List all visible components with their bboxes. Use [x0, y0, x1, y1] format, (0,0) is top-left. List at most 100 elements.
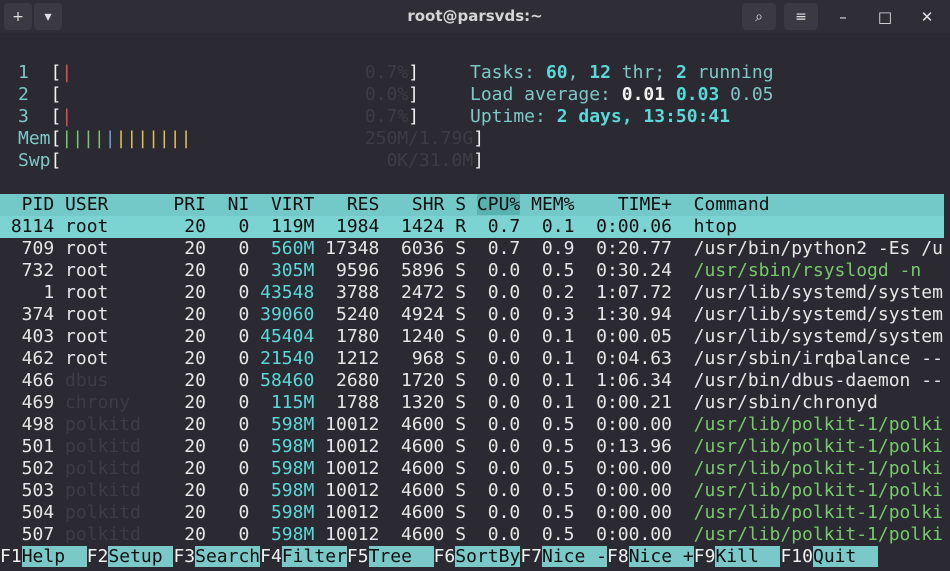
- close-button[interactable]: ✕: [910, 3, 944, 30]
- column-header-5[interactable]: RES: [325, 194, 390, 215]
- fkey-label-f8[interactable]: Nice +: [628, 546, 694, 567]
- tasks-count: 60: [545, 62, 568, 83]
- fkey-f5[interactable]: F5: [347, 546, 369, 567]
- column-header-0[interactable]: PID: [0, 194, 65, 215]
- load-label: Load average:: [470, 84, 611, 105]
- cell-shr: 4600: [390, 458, 456, 479]
- table-row[interactable]: 502 polkitd 20 0 598M 10012 4600 S 0.0 0…: [0, 458, 944, 480]
- cell-pid: 466: [0, 370, 66, 391]
- load-15: 0.05: [730, 84, 774, 105]
- search-button[interactable]: ⌕: [742, 3, 776, 30]
- fkey-f1[interactable]: F1: [0, 546, 22, 567]
- cell-cpu: 0.0: [476, 524, 532, 545]
- fkey-f9[interactable]: F9: [694, 546, 716, 567]
- fkey-label-f9[interactable]: Kill: [715, 546, 781, 567]
- table-row[interactable]: 501 polkitd 20 0 598M 10012 4600 S 0.0 0…: [0, 436, 944, 458]
- cell-time: 1:30.94: [585, 304, 694, 325]
- column-header-2[interactable]: PRI: [163, 194, 217, 215]
- cell-user: root: [65, 304, 163, 325]
- fkey-f8[interactable]: F8: [607, 546, 629, 567]
- table-row[interactable]: 507 polkitd 20 0 598M 10012 4600 S 0.0 0…: [0, 524, 944, 546]
- cell-time: 0:30.24: [585, 260, 694, 281]
- cell-pri: 20: [162, 260, 217, 281]
- cell-ni: 0: [216, 458, 261, 479]
- cpu3-label: 3: [18, 106, 29, 127]
- mem-label: Mem: [18, 128, 51, 149]
- cell-mem: 0.1: [531, 348, 586, 369]
- process-table-header[interactable]: PID USER PRI NI VIRT RES SHR S CPU% MEM%…: [0, 194, 944, 216]
- column-header-6[interactable]: SHR: [390, 194, 455, 215]
- column-header-7[interactable]: S: [455, 194, 477, 215]
- cell-shr: 4600: [390, 436, 456, 457]
- fkey-f2[interactable]: F2: [87, 546, 109, 567]
- fkey-label-f7[interactable]: Nice -: [542, 546, 608, 567]
- fkey-f10[interactable]: F10: [780, 546, 813, 567]
- column-header-3[interactable]: NI: [217, 194, 260, 215]
- titlebar-right-controls: ⌕ ≡ – □ ✕: [742, 3, 944, 30]
- cell-command: /usr/sbin/chronyd: [693, 392, 878, 413]
- cell-user: polkitd: [65, 414, 163, 435]
- cell-command: /usr/lib/polkit-1/polki: [693, 480, 943, 501]
- cell-mem: 0.5: [531, 436, 586, 457]
- cell-shr: 4600: [390, 524, 456, 545]
- cell-state: S: [455, 436, 477, 457]
- cell-shr: 4600: [390, 502, 456, 523]
- fkey-label-f2[interactable]: Setup: [108, 546, 174, 567]
- table-row[interactable]: 462 root 20 0 21540 1212 968 S 0.0 0.1 0…: [0, 348, 944, 370]
- fkey-label-f10[interactable]: Quit: [812, 546, 879, 567]
- table-row[interactable]: 8114 root 20 0 119M 1984 1424 R 0.7 0.1 …: [0, 216, 944, 238]
- fkey-label-f4[interactable]: Filter: [281, 546, 347, 567]
- cell-ni: 0: [216, 216, 261, 237]
- thr-label: thr;: [621, 62, 666, 83]
- fkey-f4[interactable]: F4: [260, 546, 282, 567]
- mem-value: 250M/1.79G: [364, 128, 474, 149]
- column-header-4[interactable]: VIRT: [260, 194, 325, 215]
- column-header-11[interactable]: TIME+: [585, 194, 693, 215]
- table-row[interactable]: 466 dbus 20 0 58460 2680 1720 S 0.0 0.1 …: [0, 370, 944, 392]
- table-row[interactable]: 498 polkitd 20 0 598M 10012 4600 S 0.0 0…: [0, 414, 944, 436]
- cell-res: 10012: [325, 524, 391, 545]
- cell-virt: 45404: [260, 326, 326, 347]
- cpu1-value: 0.7%: [364, 62, 409, 83]
- cpu2-meter: 2 [ 0.0%]: [18, 84, 420, 105]
- table-row[interactable]: 374 root 20 0 39060 5240 4924 S 0.0 0.3 …: [0, 304, 944, 326]
- column-header-1[interactable]: USER: [65, 194, 163, 215]
- fkey-f7[interactable]: F7: [520, 546, 542, 567]
- cell-time: 0:00.00: [585, 480, 694, 501]
- fkey-label-f5[interactable]: Tree: [368, 546, 434, 567]
- cell-pri: 20: [162, 326, 217, 347]
- table-row[interactable]: 1 root 20 0 43548 3788 2472 S 0.0 0.2 1:…: [0, 282, 944, 304]
- cell-time: 0:04.63: [585, 348, 694, 369]
- tasks-label: Tasks:: [470, 62, 536, 83]
- menu-button[interactable]: ≡: [784, 3, 818, 30]
- column-header-10[interactable]: MEM%: [531, 194, 585, 215]
- cell-mem: 0.1: [531, 216, 586, 237]
- column-header-9[interactable]: [520, 194, 531, 215]
- cell-user: polkitd: [65, 502, 163, 523]
- fkey-f3[interactable]: F3: [173, 546, 195, 567]
- cell-ni: 0: [216, 348, 261, 369]
- table-row[interactable]: 503 polkitd 20 0 598M 10012 4600 S 0.0 0…: [0, 480, 944, 502]
- fkey-label-f1[interactable]: Help: [21, 546, 87, 567]
- table-row[interactable]: 504 polkitd 20 0 598M 10012 4600 S 0.0 0…: [0, 502, 944, 524]
- cell-time: 0:00.00: [585, 524, 694, 545]
- threads-count: 12: [589, 62, 611, 83]
- table-row[interactable]: 732 root 20 0 305M 9596 5896 S 0.0 0.5 0…: [0, 260, 944, 282]
- terminal-area[interactable]: 1 [| 0.7%] 2 [ 0.0%] 3 [| 0.7%] Mem[||||…: [0, 40, 950, 571]
- column-header-8[interactable]: CPU%: [476, 194, 521, 215]
- cell-pri: 20: [162, 436, 217, 457]
- table-row[interactable]: 709 root 20 0 560M 17348 6036 S 0.7 0.9 …: [0, 238, 944, 260]
- cell-virt: 21540: [260, 348, 326, 369]
- table-row[interactable]: 469 chrony 20 0 115M 1788 1320 S 0.0 0.1…: [0, 392, 944, 414]
- cell-cpu: 0.0: [476, 480, 532, 501]
- minimize-button[interactable]: –: [826, 3, 860, 30]
- fkey-f6[interactable]: F6: [434, 546, 456, 567]
- cell-time: 1:07.72: [585, 282, 694, 303]
- table-row[interactable]: 403 root 20 0 45404 1780 1240 S 0.0 0.1 …: [0, 326, 944, 348]
- maximize-button[interactable]: □: [868, 3, 902, 30]
- fkey-label-f3[interactable]: Search: [195, 546, 261, 567]
- cell-pri: 20: [162, 238, 217, 259]
- column-header-12[interactable]: Command: [694, 194, 770, 215]
- cell-ni: 0: [216, 282, 261, 303]
- fkey-label-f6[interactable]: SortBy: [455, 546, 521, 567]
